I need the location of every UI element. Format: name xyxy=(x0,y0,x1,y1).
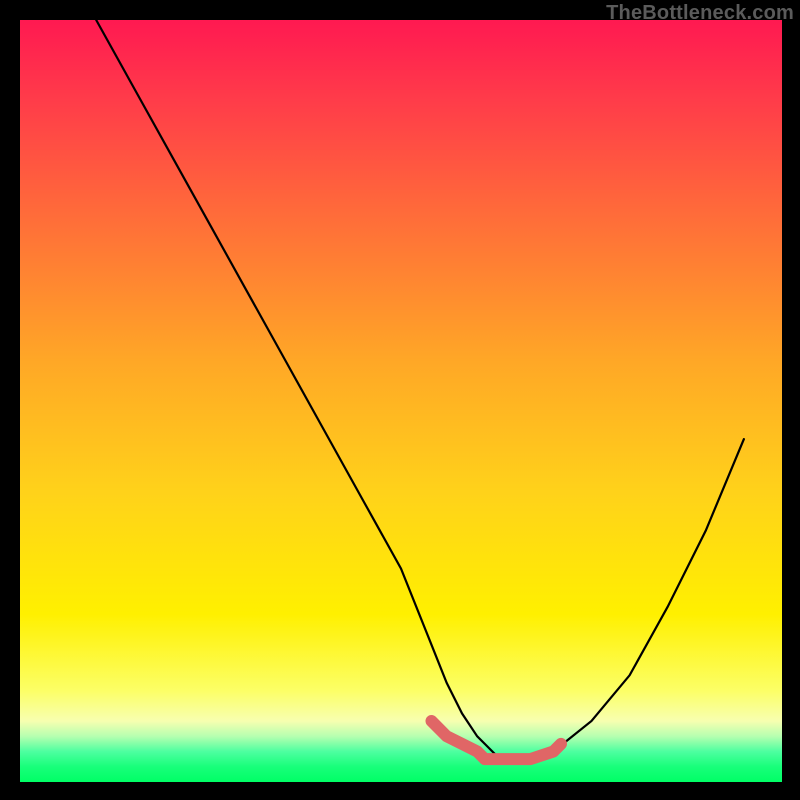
bottleneck-curve xyxy=(96,20,744,759)
watermark-label: TheBottleneck.com xyxy=(606,2,794,25)
bottleneck-curve-svg xyxy=(20,20,782,782)
optimal-zone-highlight xyxy=(432,721,562,759)
chart-frame: TheBottleneck.com xyxy=(0,0,800,800)
